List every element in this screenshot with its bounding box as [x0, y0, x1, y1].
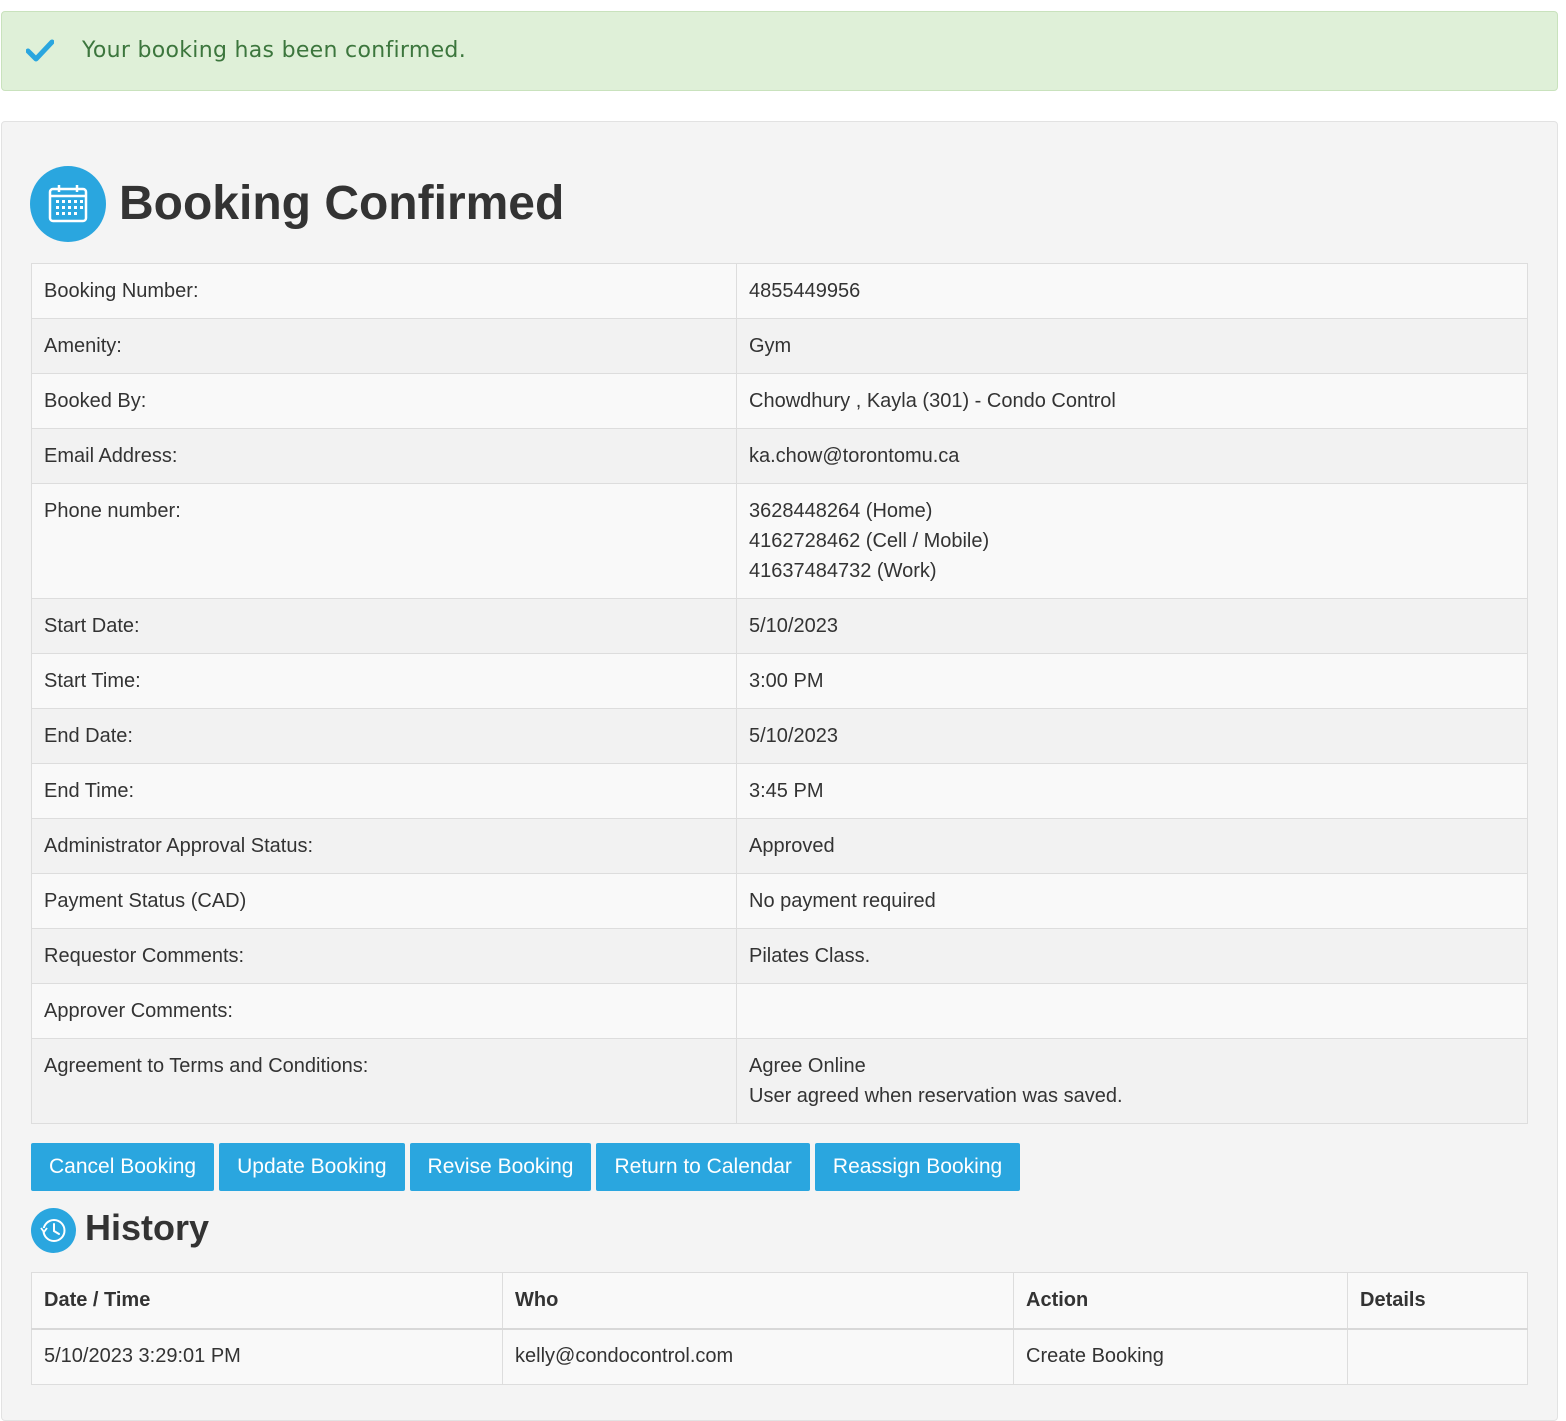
terms-note: User agreed when reservation was saved.	[749, 1085, 1123, 1107]
phone-mobile: 4162728462 (Cell / Mobile)	[749, 530, 990, 552]
booking-details-table: Booking Number: 4855449956 Amenity: Gym …	[31, 263, 1528, 1124]
revise-booking-button[interactable]: Revise Booking	[409, 1143, 592, 1191]
terms-agreement: Agree Online	[749, 1055, 866, 1077]
check-icon	[25, 38, 55, 64]
detail-value: 5/10/2023	[736, 598, 1528, 654]
detail-value: 4855449956	[736, 263, 1528, 319]
detail-label: Agreement to Terms and Conditions:	[31, 1038, 737, 1124]
detail-value: 5/10/2023	[736, 708, 1528, 764]
detail-row-amenity: Amenity: Gym	[31, 318, 1528, 374]
detail-row-start-time: Start Time: 3:00 PM	[31, 653, 1528, 709]
history-icon	[31, 1208, 76, 1253]
detail-value: Pilates Class.	[736, 928, 1528, 984]
detail-label: End Time:	[31, 763, 737, 819]
detail-value: ka.chow@torontomu.ca	[736, 428, 1528, 484]
detail-label: Payment Status (CAD)	[31, 873, 737, 929]
alert-message: Your booking has been confirmed.	[82, 38, 466, 63]
detail-label: Booking Number:	[31, 263, 737, 319]
success-alert: Your booking has been confirmed.	[1, 11, 1558, 91]
detail-label: Administrator Approval Status:	[31, 818, 737, 874]
detail-row-requestor-comments: Requestor Comments: Pilates Class.	[31, 928, 1528, 984]
detail-label: Email Address:	[31, 428, 737, 484]
detail-row-approver-comments: Approver Comments:	[31, 983, 1528, 1039]
action-buttons: Cancel Booking Update Booking Revise Boo…	[31, 1143, 1025, 1191]
detail-row-start-date: Start Date: 5/10/2023	[31, 598, 1528, 654]
detail-value	[736, 983, 1528, 1039]
col-details: Details	[1347, 1272, 1528, 1330]
detail-row-end-time: End Time: 3:45 PM	[31, 763, 1528, 819]
detail-value: Approved	[736, 818, 1528, 874]
phone-work: 41637484732 (Work)	[749, 560, 937, 582]
detail-row-approval-status: Administrator Approval Status: Approved	[31, 818, 1528, 874]
detail-label: Approver Comments:	[31, 983, 737, 1039]
detail-label: Booked By:	[31, 373, 737, 429]
detail-row-email: Email Address: ka.chow@torontomu.ca	[31, 428, 1528, 484]
detail-label: Start Time:	[31, 653, 737, 709]
reassign-booking-button[interactable]: Reassign Booking	[814, 1143, 1021, 1191]
page-title: Booking Confirmed	[119, 177, 565, 230]
detail-value: No payment required	[736, 873, 1528, 929]
detail-row-phone: Phone number: 3628448264 (Home) 41627284…	[31, 483, 1528, 599]
detail-label: Amenity:	[31, 318, 737, 374]
cell-who: kelly@condocontrol.com	[502, 1328, 1014, 1385]
col-date-time: Date / Time	[31, 1272, 503, 1330]
detail-label: Start Date:	[31, 598, 737, 654]
detail-value: Chowdhury , Kayla (301) - Condo Control	[736, 373, 1528, 429]
detail-label: Phone number:	[31, 483, 737, 599]
detail-value: 3628448264 (Home) 4162728462 (Cell / Mob…	[736, 483, 1528, 599]
detail-row-booked-by: Booked By: Chowdhury , Kayla (301) - Con…	[31, 373, 1528, 429]
detail-label: End Date:	[31, 708, 737, 764]
detail-row-booking-number: Booking Number: 4855449956	[31, 263, 1528, 319]
cell-details	[1347, 1328, 1528, 1385]
detail-label: Requestor Comments:	[31, 928, 737, 984]
detail-value: 3:45 PM	[736, 763, 1528, 819]
calendar-icon	[30, 166, 106, 242]
detail-value: 3:00 PM	[736, 653, 1528, 709]
detail-row-terms: Agreement to Terms and Conditions: Agree…	[31, 1038, 1528, 1124]
table-row: 5/10/2023 3:29:01 PM kelly@condocontrol.…	[31, 1328, 1528, 1385]
detail-value: Agree Online User agreed when reservatio…	[736, 1038, 1528, 1124]
col-who: Who	[502, 1272, 1014, 1330]
history-header-row: Date / Time Who Action Details	[31, 1272, 1528, 1330]
update-booking-button[interactable]: Update Booking	[219, 1143, 405, 1191]
detail-value: Gym	[736, 318, 1528, 374]
history-title: History	[85, 1207, 210, 1248]
cell-date-time: 5/10/2023 3:29:01 PM	[31, 1328, 503, 1385]
history-table: Date / Time Who Action Details 5/10/2023…	[31, 1272, 1528, 1385]
phone-home: 3628448264 (Home)	[749, 500, 933, 522]
detail-row-payment-status: Payment Status (CAD) No payment required	[31, 873, 1528, 929]
cancel-booking-button[interactable]: Cancel Booking	[31, 1143, 215, 1191]
detail-row-end-date: End Date: 5/10/2023	[31, 708, 1528, 764]
col-action: Action	[1013, 1272, 1348, 1330]
cell-action: Create Booking	[1013, 1328, 1348, 1385]
return-to-calendar-button[interactable]: Return to Calendar	[596, 1143, 810, 1191]
